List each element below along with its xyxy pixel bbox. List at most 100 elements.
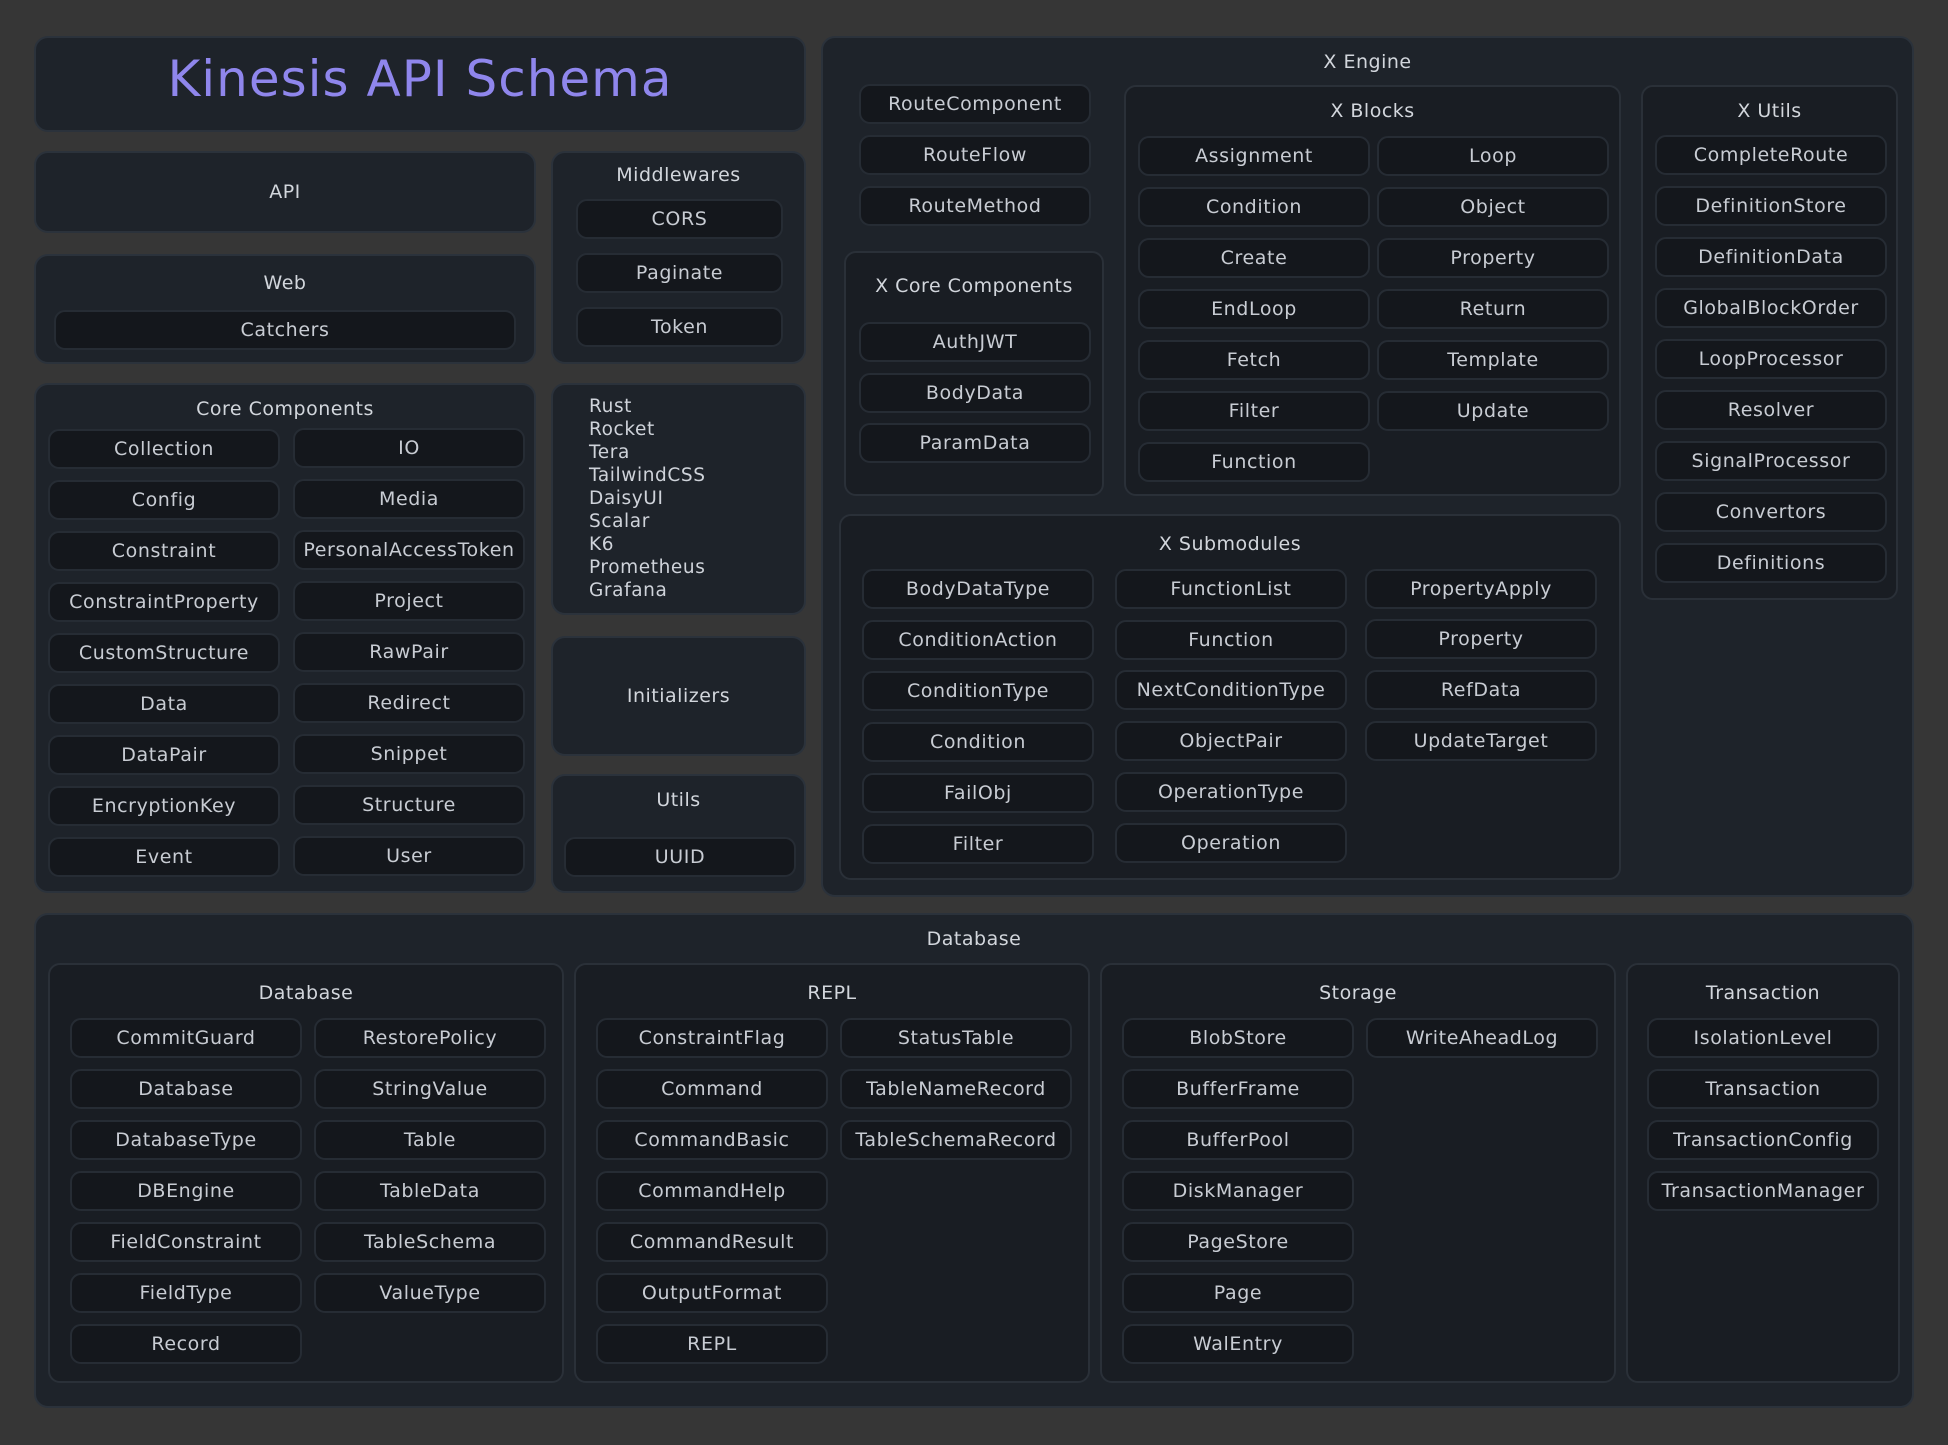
tech-item: Grafana [589,580,668,601]
utils-item-uuid: UUID [564,837,796,877]
repl-item: REPL [596,1324,828,1364]
x-util: CompleteRoute [1655,135,1887,175]
web-title: Web [263,272,307,294]
middleware-token: Token [576,307,783,347]
x-submodule: RefData [1365,670,1597,710]
repl-item: CommandHelp [596,1171,828,1211]
x-block: Update [1377,391,1609,431]
tech-item: K6 [589,534,615,555]
x-submodule: ObjectPair [1115,721,1347,761]
tech-item: Prometheus [589,557,706,578]
x-submodule: UpdateTarget [1365,721,1597,761]
database-item: CommitGuard [70,1018,302,1058]
storage-item: BufferFrame [1122,1069,1354,1109]
tech-item: DaisyUI [589,488,664,509]
transaction-panel: Transaction IsolationLevel Transaction T… [1626,963,1900,1383]
x-utils-panel: X Utils CompleteRoute DefinitionStore De… [1641,85,1898,600]
utils-title: Utils [656,789,701,811]
route-component: RouteComponent [859,84,1091,124]
storage-panel: Storage BlobStore BufferFrame BufferPool… [1100,963,1616,1383]
storage-item: Page [1122,1273,1354,1313]
database-item: TableSchema [314,1222,546,1262]
database-section-title: Database [926,928,1022,950]
x-block: Filter [1138,391,1370,431]
database-item: Table [314,1120,546,1160]
api-label: API [269,181,301,203]
database-item: DBEngine [70,1171,302,1211]
repl-title: REPL [807,982,857,1004]
x-util: LoopProcessor [1655,339,1887,379]
middleware-paginate: Paginate [576,253,783,293]
tech-stack-list: Rust Rocket Tera TailwindCSS DaisyUI Sca… [589,395,706,602]
x-block: Condition [1138,187,1370,227]
x-core-component: BodyData [859,373,1091,413]
x-block: EndLoop [1138,289,1370,329]
tech-stack-panel: Rust Rocket Tera TailwindCSS DaisyUI Sca… [551,383,806,615]
core-component: Data [48,684,280,724]
x-engine-title: X Engine [1323,51,1412,73]
x-block: Assignment [1138,136,1370,176]
middleware-cors: CORS [576,199,783,239]
core-component: ConstraintProperty [48,582,280,622]
core-component: PersonalAccessToken [293,530,525,570]
database-item: TableData [314,1171,546,1211]
core-component: Config [48,480,280,520]
transaction-item: IsolationLevel [1647,1018,1879,1058]
x-submodules-panel: X Submodules BodyDataType ConditionActio… [839,514,1621,880]
transaction-item: Transaction [1647,1069,1879,1109]
web-item-catchers: Catchers [54,310,516,350]
database-item: Database [70,1069,302,1109]
core-component: CustomStructure [48,633,280,673]
x-submodule: PropertyApply [1365,569,1597,609]
tech-item: Tera [589,442,630,463]
repl-item: Command [596,1069,828,1109]
x-block: Object [1377,187,1609,227]
initializers-label: Initializers [626,685,731,707]
middlewares-panel: Middlewares CORS Paginate Token [551,151,806,364]
title-panel: Kinesis API Schema [34,36,806,132]
x-block: Return [1377,289,1609,329]
core-component: Media [293,479,525,519]
repl-item: TableSchemaRecord [840,1120,1072,1160]
storage-title: Storage [1319,982,1397,1004]
tech-item: TailwindCSS [589,465,706,486]
x-block: Loop [1377,136,1609,176]
repl-panel: REPL ConstraintFlag Command CommandBasic… [574,963,1090,1383]
x-submodule: OperationType [1115,772,1347,812]
storage-item: DiskManager [1122,1171,1354,1211]
core-component: Snippet [293,734,525,774]
x-submodule: Condition [862,722,1094,762]
route-flow: RouteFlow [859,135,1091,175]
storage-item: PageStore [1122,1222,1354,1262]
core-components-panel: Core Components Collection Config Constr… [34,383,536,893]
database-section-panel: Database Database CommitGuard Database D… [34,913,1914,1408]
core-components-title: Core Components [196,398,374,420]
storage-item: BlobStore [1122,1018,1354,1058]
x-util: Definitions [1655,543,1887,583]
transaction-item: TransactionManager [1647,1171,1879,1211]
repl-item: CommandResult [596,1222,828,1262]
database-item: StringValue [314,1069,546,1109]
repl-item: StatusTable [840,1018,1072,1058]
tech-item: Scalar [589,511,650,532]
database-item: FieldConstraint [70,1222,302,1262]
database-item: FieldType [70,1273,302,1313]
storage-item: BufferPool [1122,1120,1354,1160]
core-component: Constraint [48,531,280,571]
database-item: DatabaseType [70,1120,302,1160]
x-util: Convertors [1655,492,1887,532]
x-submodule: FailObj [862,773,1094,813]
core-component: Project [293,581,525,621]
x-util: DefinitionData [1655,237,1887,277]
storage-item: WalEntry [1122,1324,1354,1364]
repl-item: ConstraintFlag [596,1018,828,1058]
x-blocks-title: X Blocks [1330,100,1415,122]
x-submodule: Operation [1115,823,1347,863]
x-core-components-title: X Core Components [875,275,1073,297]
x-engine-panel: X Engine RouteComponent RouteFlow RouteM… [821,36,1914,897]
database-item: ValueType [314,1273,546,1313]
repl-item: OutputFormat [596,1273,828,1313]
x-submodule: Property [1365,619,1597,659]
database-item: RestorePolicy [314,1018,546,1058]
x-submodule: ConditionType [862,671,1094,711]
